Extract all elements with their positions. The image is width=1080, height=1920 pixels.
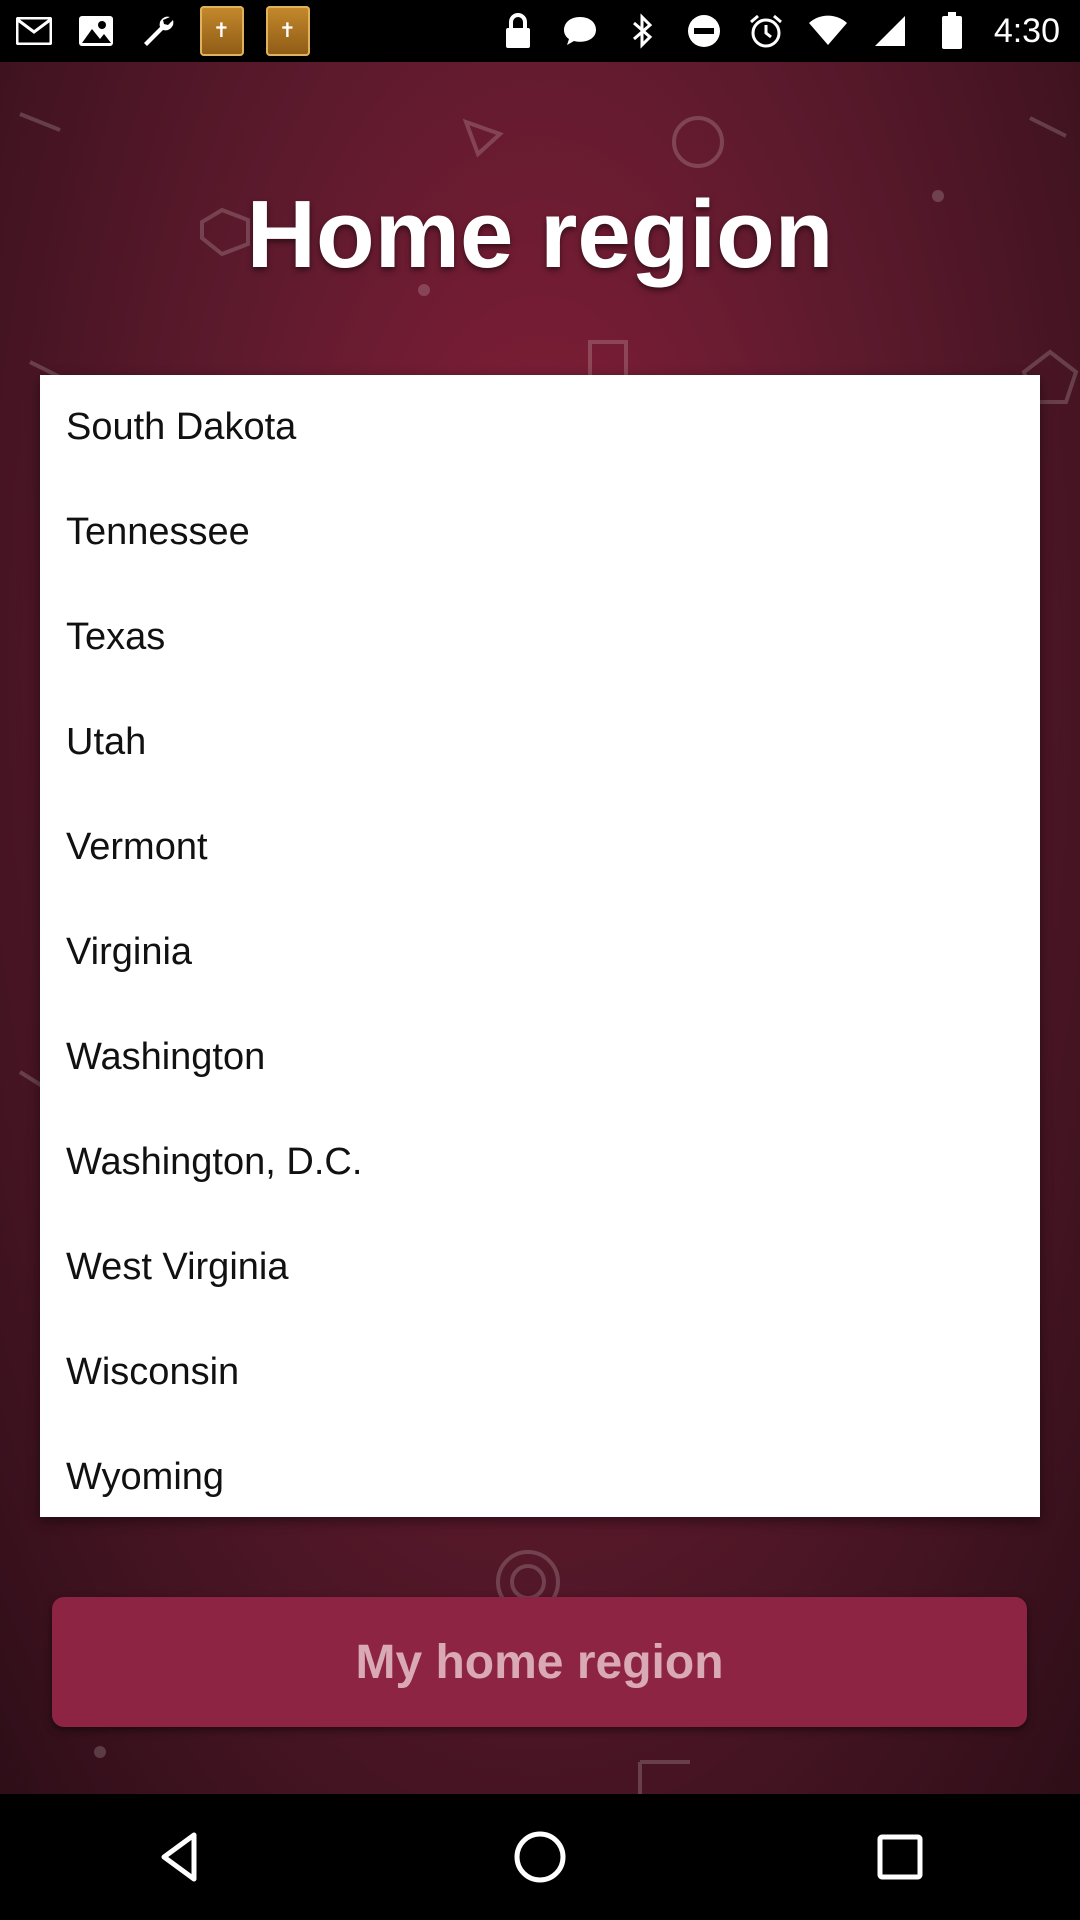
list-item-wisconsin[interactable]: Wisconsin [40,1320,1040,1425]
home-icon[interactable] [490,1807,590,1907]
status-bar: 4:30 [0,0,1080,62]
clock: 4:30 [993,11,1060,50]
region-list[interactable]: South Dakota Tennessee Texas Utah Vermon… [40,375,1040,1517]
notification-icons [0,6,310,56]
list-item-wyoming[interactable]: Wyoming [40,1425,1040,1530]
page-title: Home region [246,181,834,288]
recents-icon[interactable] [850,1807,950,1907]
list-item-washington-dc[interactable]: Washington, D.C. [40,1110,1040,1215]
battery-icon [932,11,972,51]
back-icon[interactable] [130,1807,230,1907]
list-item-utah[interactable]: Utah [40,690,1040,795]
do-not-disturb-icon [684,11,724,51]
email-icon [14,11,54,51]
navigation-bar [0,1794,1080,1920]
image-icon [76,11,116,51]
system-icons: 4:30 [498,11,1080,51]
topics-app-icon [200,6,244,56]
list-item-virginia[interactable]: Virginia [40,900,1040,1005]
wrench-icon [138,11,178,51]
main-screen: Home region South Dakota Tennessee Texas… [0,62,1080,1794]
list-item-tennessee[interactable]: Tennessee [40,480,1040,585]
wifi-icon [808,11,848,51]
list-item-texas[interactable]: Texas [40,585,1040,690]
list-item-west-virginia[interactable]: West Virginia [40,1215,1040,1320]
list-item-vermont[interactable]: Vermont [40,795,1040,900]
my-home-region-button[interactable]: My home region [52,1597,1027,1727]
list-item-south-dakota[interactable]: South Dakota [40,375,1040,480]
topics-app-icon [266,6,310,56]
lock-icon [498,11,538,51]
list-item-washington[interactable]: Washington [40,1005,1040,1110]
signal-icon [870,11,910,51]
message-icon [560,11,600,51]
alarm-icon [746,11,786,51]
bluetooth-icon [622,11,662,51]
